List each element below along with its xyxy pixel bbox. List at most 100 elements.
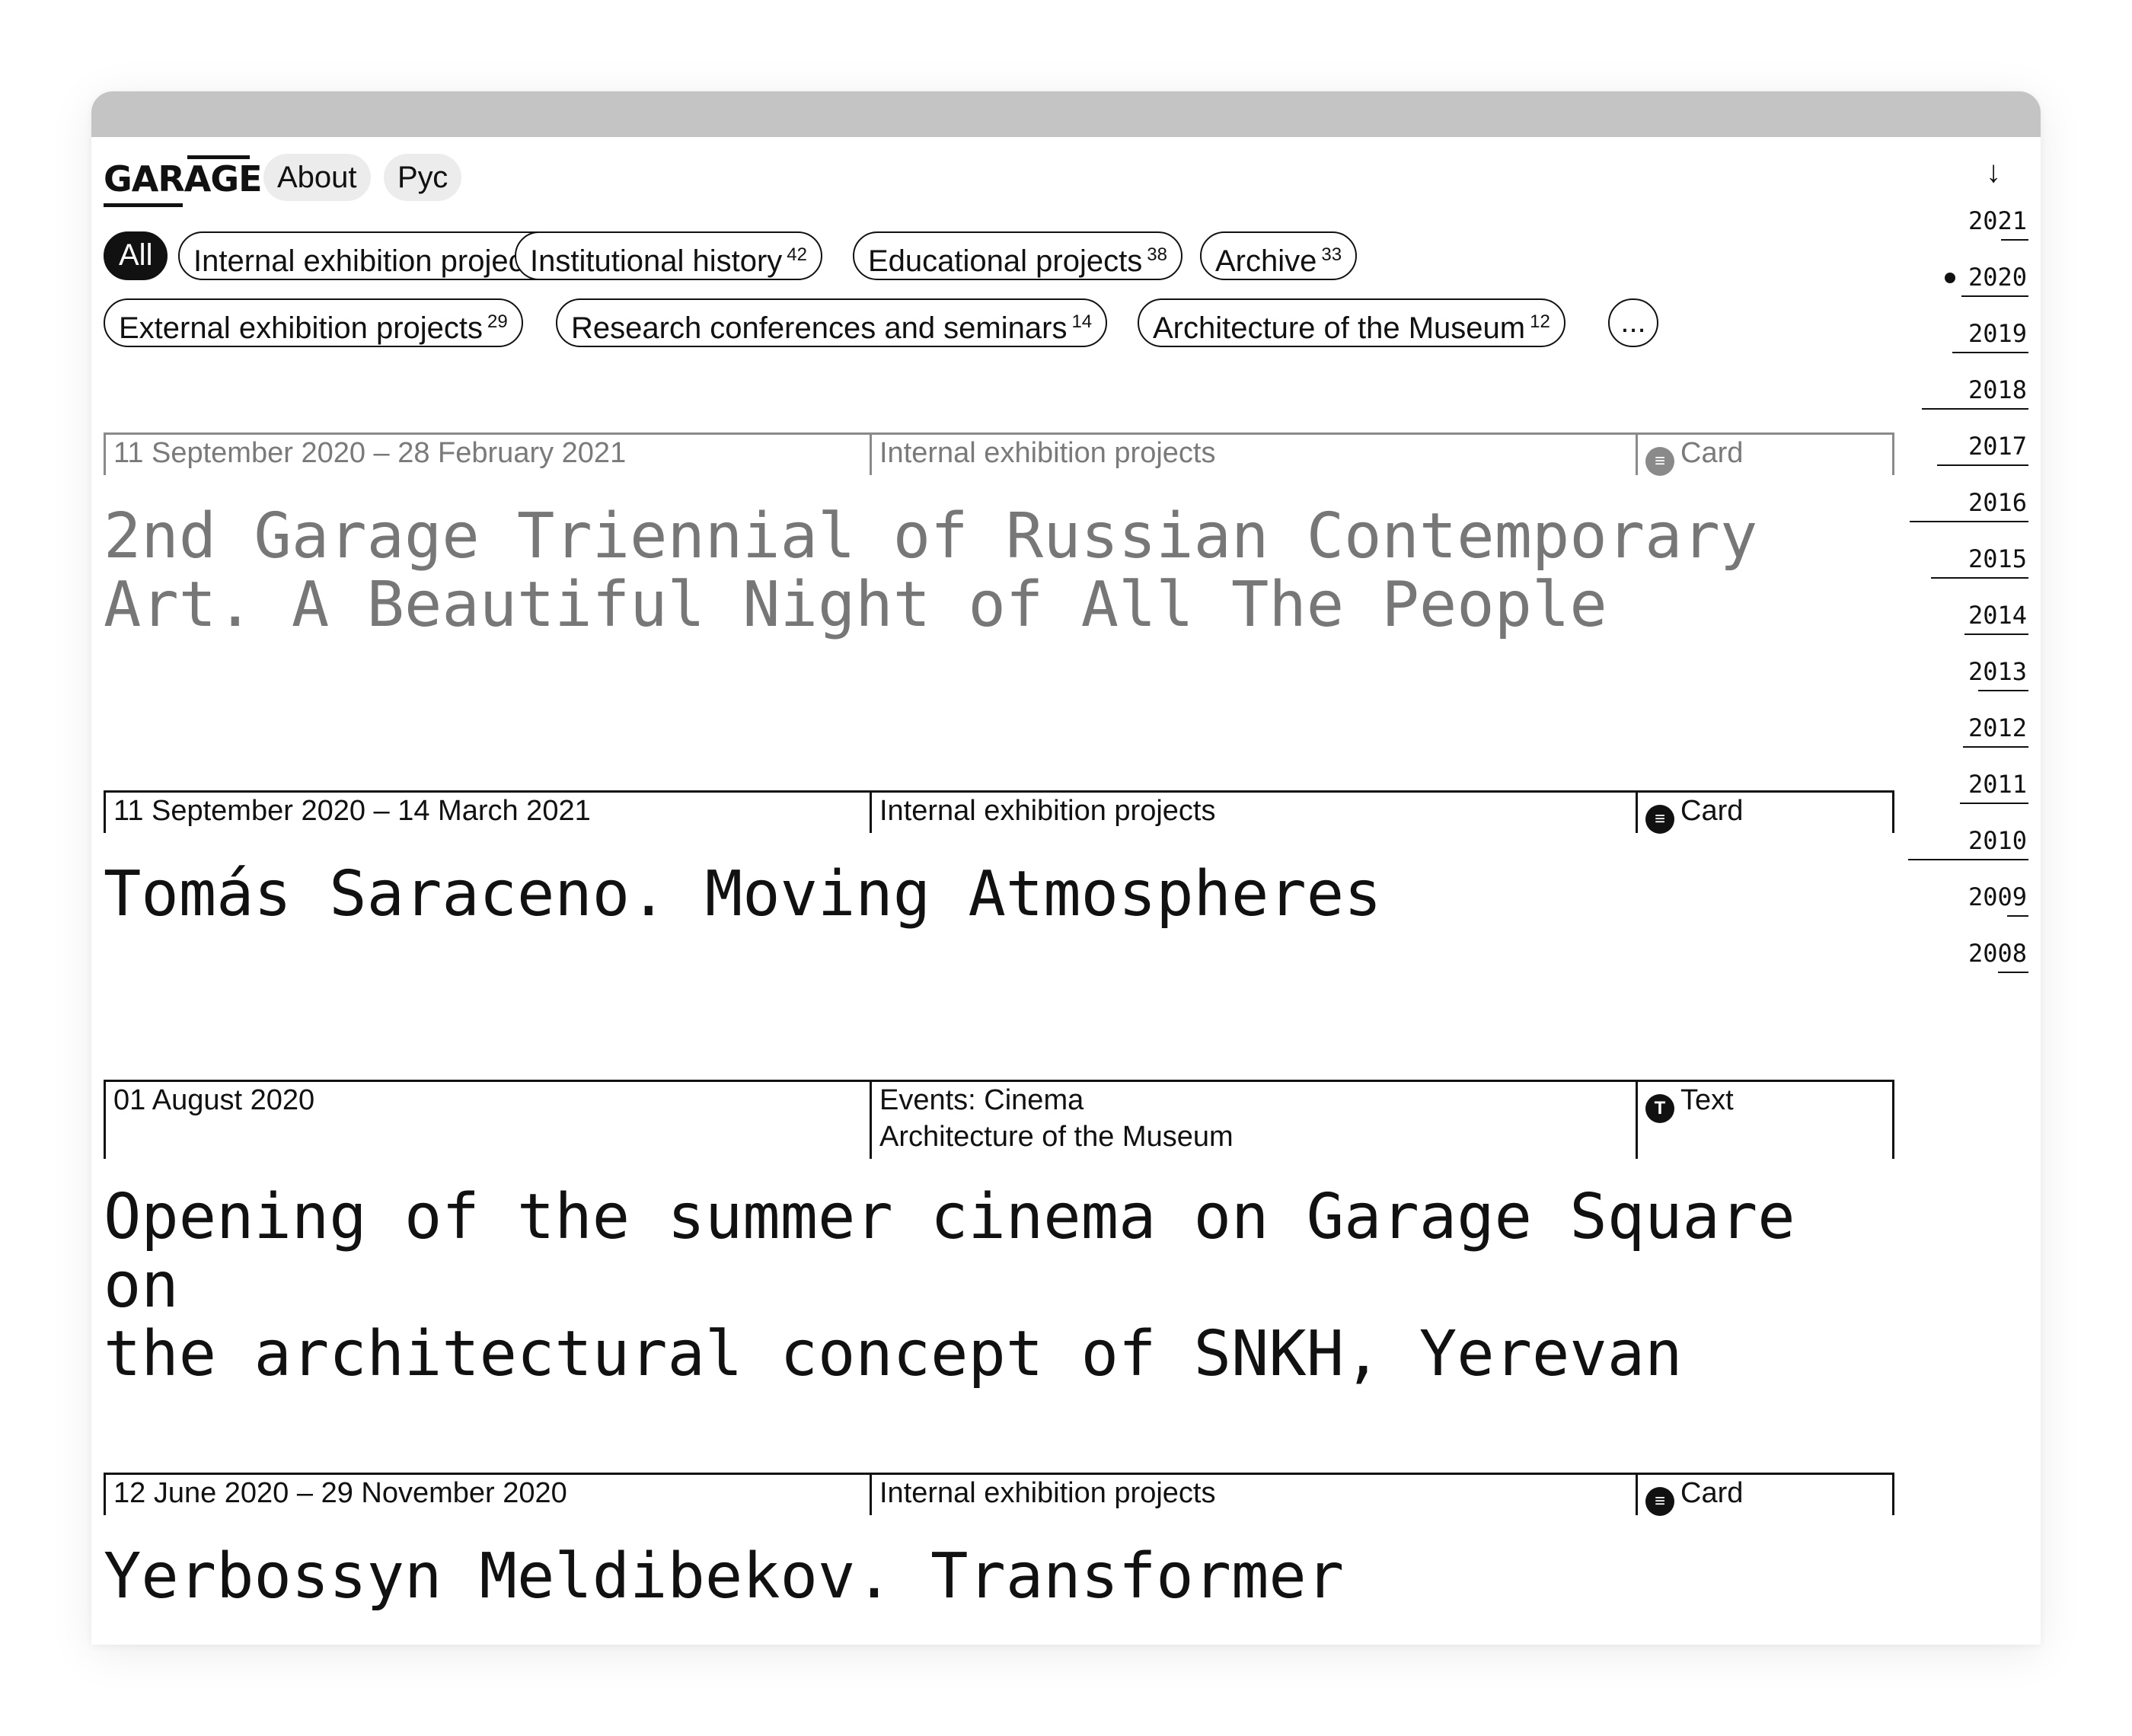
kind-label: Card [1680, 437, 1744, 469]
year-link-2010[interactable]: 2010 [1968, 825, 2027, 863]
year-underline [2001, 239, 2028, 241]
filter-archive[interactable]: Archive 33 [1200, 231, 1358, 280]
entry-title-line: 2nd Garage Triennial of Russian Contempo… [104, 500, 1758, 573]
entry-title-line: the architectural concept of SNKH, Yerev… [104, 1318, 1683, 1390]
year-link-2019[interactable]: 2019 [1968, 318, 2027, 356]
year-underline [1961, 295, 2028, 297]
entry-category[interactable]: Internal exhibition projects [870, 1475, 1636, 1515]
filter-educational-projects[interactable]: Educational projects 38 [853, 231, 1182, 280]
logo-accent-top [187, 155, 250, 159]
kind-label: Card [1680, 1477, 1744, 1509]
filter-institutional-history[interactable]: Institutional history 42 [515, 231, 822, 280]
year-link-2008[interactable]: 2008 [1968, 938, 2027, 976]
arrow-down-icon[interactable]: ↓ [1986, 155, 2001, 190]
entry-title-line: Art. A Beautiful Night of All The People [104, 569, 1607, 641]
year-underline [1931, 577, 2028, 579]
text-icon: T [1645, 1094, 1674, 1123]
category-label: Internal exhibition projects [879, 437, 1216, 469]
entry-date: 12 June 2020 – 29 November 2020 [104, 1475, 870, 1515]
category-label: Events: Cinema [879, 1084, 1084, 1116]
kind-label: Text [1680, 1084, 1734, 1116]
filter-label: Architecture of the Museum [1153, 311, 1526, 345]
year-underline [1963, 746, 2028, 748]
filter-count: 14 [1071, 311, 1093, 332]
filter-label: Educational projects [868, 244, 1143, 278]
year-underline [1964, 633, 2028, 635]
year-link-2020[interactable]: 2020 [1968, 262, 2027, 300]
card-icon: ≡ [1645, 1487, 1674, 1516]
language-switch[interactable]: Рус [384, 154, 462, 201]
entry-kind: ≡ Card [1636, 793, 1894, 834]
more-filters-button[interactable]: ... [1608, 298, 1658, 347]
filter-research-conferences[interactable]: Research conferences and seminars 14 [556, 298, 1108, 347]
entry-title-line: Yerbossyn Meldibekov. Transformer [104, 1540, 1345, 1613]
entry-date: 11 September 2020 – 28 February 2021 [104, 435, 870, 475]
filter-count: 12 [1530, 311, 1550, 332]
year-underline [1960, 803, 2028, 804]
window-titlebar [91, 91, 2041, 137]
entry-date: 11 September 2020 – 14 March 2021 [104, 793, 870, 833]
year-link-2009[interactable]: 2009 [1968, 882, 2027, 920]
filter-label: Institutional history [530, 244, 783, 278]
garage-logo[interactable]: GARAGE [104, 155, 263, 207]
entry-meta: 11 September 2020 – 14 March 2021 Intern… [104, 790, 1894, 834]
entry-title-line: Opening of the summer cinema on Garage S… [104, 1181, 1795, 1322]
active-year-dot [1945, 273, 1955, 283]
year-timeline: ↓ 2021 2020 2019 2018 2017 2016 2015 2014 2013 20… [1908, 91, 2041, 1157]
entry-meta: 11 September 2020 – 28 February 2021 Int… [104, 432, 1894, 476]
browser-window: GARAGE About Рус All Internal exhibition… [91, 91, 2041, 1645]
entry-kind: T Text [1636, 1082, 1894, 1159]
year-link-2021[interactable]: 2021 [1968, 206, 2027, 244]
year-underline [1952, 352, 2028, 353]
filter-count: 38 [1147, 244, 1167, 265]
entry-title-line: Tomás Saraceno. Moving Atmospheres [104, 858, 1382, 930]
year-underline [1937, 464, 2028, 466]
about-link[interactable]: About [263, 154, 371, 201]
filter-count: 42 [787, 244, 807, 265]
filter-label: Archive [1215, 244, 1317, 278]
year-link-2016[interactable]: 2016 [1968, 487, 2027, 525]
logo-accent-bottom [104, 203, 183, 207]
year-link-2012[interactable]: 2012 [1968, 713, 2027, 751]
year-underline [1910, 521, 2028, 522]
filter-label: External exhibition projects [119, 311, 484, 345]
entry-category[interactable]: Events: Cinema Architecture of the Museu… [870, 1082, 1636, 1159]
year-underline [1922, 408, 2028, 410]
year-link-2018[interactable]: 2018 [1968, 375, 2027, 413]
entry-category[interactable]: Internal exhibition projects [870, 435, 1636, 475]
filter-count: 33 [1321, 244, 1342, 265]
card-icon: ≡ [1645, 447, 1674, 476]
entry-meta: 01 August 2020 Events: Cinema Architectu… [104, 1080, 1894, 1159]
card-icon: ≡ [1645, 805, 1674, 834]
filter-external-exhibition-projects[interactable]: External exhibition projects 29 [104, 298, 523, 347]
filter-architecture-of-the-museum[interactable]: Architecture of the Museum 12 [1138, 298, 1565, 347]
year-link-2013[interactable]: 2013 [1968, 656, 2027, 694]
entry-kind: ≡ Card [1636, 1475, 1894, 1516]
year-link-2017[interactable]: 2017 [1968, 431, 2027, 469]
category-label: Internal exhibition projects [879, 795, 1216, 827]
entry-category[interactable]: Internal exhibition projects [870, 793, 1636, 833]
year-underline [2007, 915, 2028, 917]
entry-title[interactable]: Tomás Saraceno. Moving Atmospheres [104, 860, 1855, 929]
entry-title[interactable]: Opening of the summer cinema on Garage S… [104, 1183, 1855, 1389]
logo-text: GARAGE [104, 158, 263, 199]
filter-label: ... [1620, 305, 1646, 339]
entry-title[interactable]: 2nd Garage Triennial of Russian Contempo… [104, 503, 1855, 640]
entry-date: 01 August 2020 [104, 1082, 870, 1159]
filter-all[interactable]: All [104, 231, 168, 280]
kind-label: Card [1680, 795, 1744, 827]
entry-kind: ≡ Card [1636, 435, 1894, 476]
year-underline [1908, 859, 2028, 860]
year-link-2011[interactable]: 2011 [1968, 769, 2027, 807]
year-underline [1998, 972, 2028, 973]
filter-count: 29 [487, 311, 508, 332]
category-label: Internal exhibition projects [879, 1477, 1216, 1509]
year-link-2014[interactable]: 2014 [1968, 600, 2027, 638]
entry-title[interactable]: Yerbossyn Meldibekov. Transformer [104, 1543, 1855, 1611]
filter-label: All [119, 238, 153, 272]
year-underline [1978, 690, 2028, 691]
entry-meta: 12 June 2020 – 29 November 2020 Internal… [104, 1473, 1894, 1516]
filter-label: Research conferences and seminars [571, 311, 1068, 345]
category-label: Architecture of the Museum [879, 1121, 1234, 1153]
year-link-2015[interactable]: 2015 [1968, 544, 2027, 582]
